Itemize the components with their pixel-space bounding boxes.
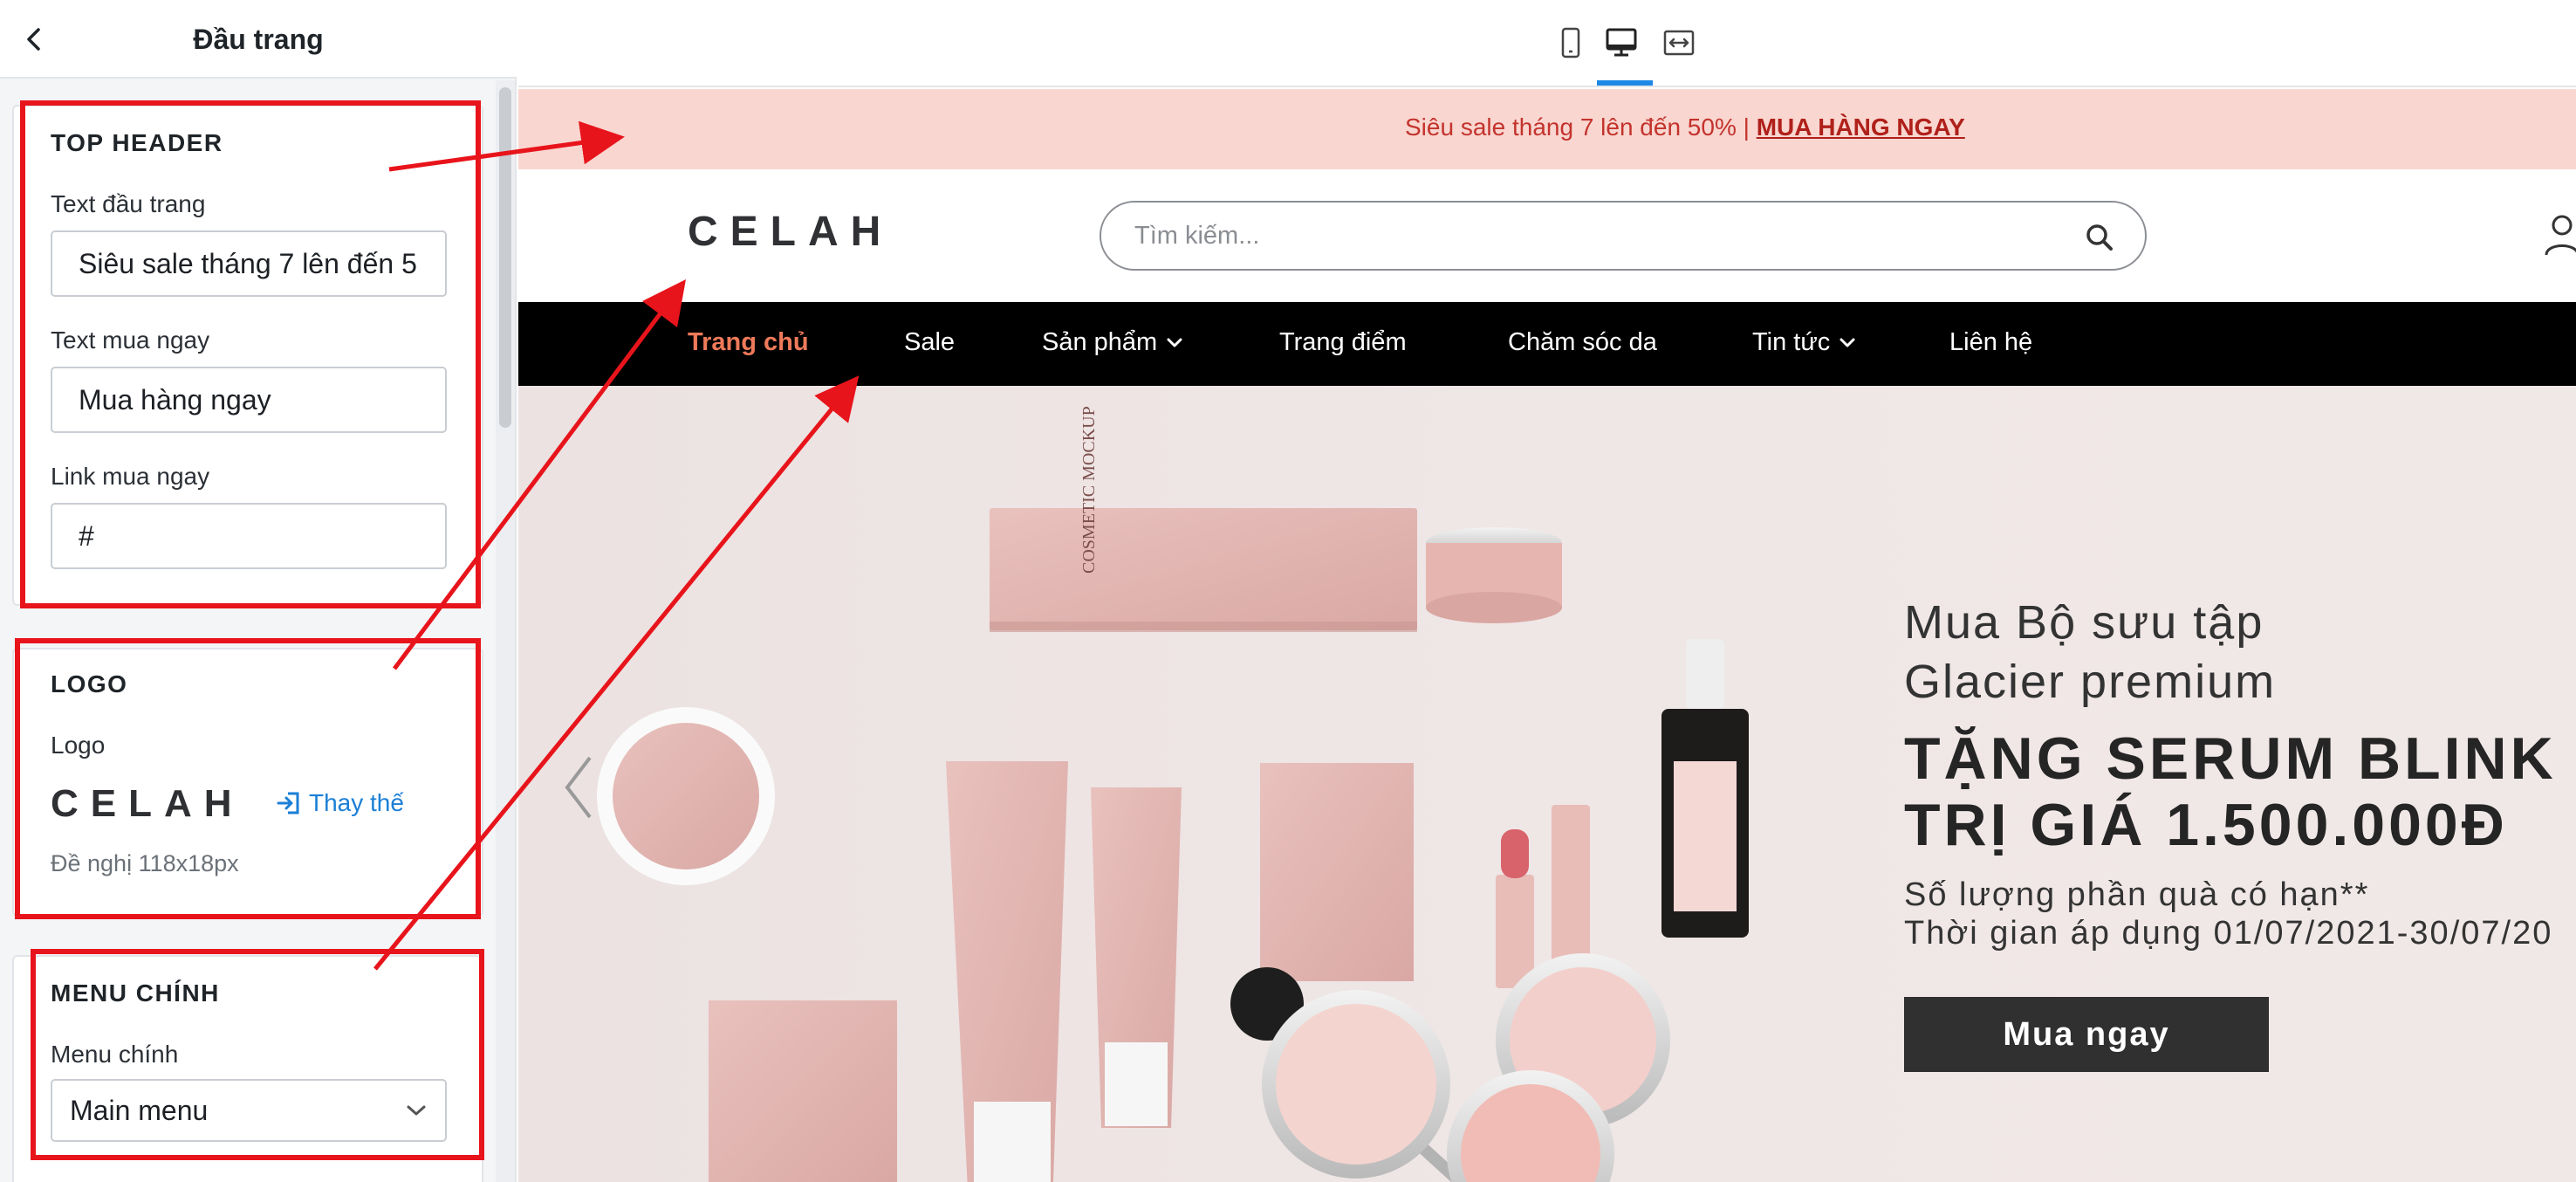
announcement-text: Siêu sale tháng 7 lên đến 50% | [1405, 113, 1757, 141]
sidebar-header: Đầu trang [0, 0, 517, 79]
top-header-section: TOP HEADER Text đầu trang Text mua ngay … [12, 105, 483, 606]
search-button[interactable] [2080, 218, 2119, 257]
announcement-bar: Siêu sale tháng 7 lên đến 50% | MUA HÀNG… [518, 89, 2576, 169]
hero-promo-line2: TRỊ GIÁ 1.500.000Đ [1904, 792, 2508, 858]
announcement-link[interactable]: MUA HÀNG NGAY [1757, 113, 1965, 141]
nav-item-contact[interactable]: Liên hệ [1949, 328, 2032, 357]
header-text-label: Text đầu trang [51, 190, 206, 217]
main-menu-label: Menu chính [51, 1041, 179, 1068]
hero-banner: COSMETIC MOCKUP Mua Bộ sưu tập Glacier p… [518, 386, 2576, 1182]
account-button[interactable] [2541, 211, 2576, 264]
nav-item-label: Tin tức [1752, 328, 1831, 356]
store-preview: Siêu sale tháng 7 lên đến 50% | MUA HÀNG… [518, 89, 2576, 1182]
logo-section: LOGO Logo CELAH Thay thế Đề nghị 118x18p… [12, 648, 483, 917]
mobile-icon [1561, 27, 1580, 58]
nav-item-label: Sản phẩm [1042, 328, 1158, 356]
header-text-input[interactable] [51, 230, 447, 297]
settings-sidebar: Đầu trang TOP HEADER Text đầu trang Text… [0, 0, 517, 1182]
hero-promo-line1: TẶNG SERUM BLINK [1904, 725, 2557, 792]
nav-item-home[interactable]: Trang chủ [688, 328, 809, 357]
hero-products-image: COSMETIC MOCKUP [597, 406, 1749, 1182]
logo-label: Logo [51, 732, 106, 759]
hero-cta-button[interactable]: Mua ngay [1904, 997, 2269, 1072]
desktop-icon [1606, 28, 1637, 57]
fullwidth-icon [1663, 30, 1695, 56]
main-menu-selected-value: Main menu [70, 1094, 209, 1126]
desktop-view-button[interactable] [1595, 19, 1648, 66]
preview-toolbar [518, 0, 2576, 87]
user-icon [2545, 215, 2576, 256]
chevron-down-icon [1840, 338, 1855, 347]
buy-text-label: Text mua ngay [51, 326, 210, 354]
nav-item-label: Trang điểm [1279, 328, 1407, 356]
sidebar-title: Đầu trang [193, 24, 324, 55]
nav-item-sale[interactable]: Sale [904, 328, 955, 357]
logo-preview: CELAH [51, 782, 244, 825]
hero-note-line1: Số lượng phần quà có hạn** [1904, 876, 2370, 913]
mobile-view-button[interactable] [1545, 19, 1597, 66]
replace-logo-label: Thay thế [309, 789, 404, 816]
buy-text-input[interactable] [51, 367, 447, 433]
active-device-indicator [1597, 80, 1653, 86]
section-title-logo: LOGO [51, 670, 128, 698]
store-logo[interactable]: CELAH [688, 208, 893, 256]
replace-icon [277, 792, 299, 814]
search-input[interactable] [1134, 218, 2007, 253]
buy-link-input[interactable] [51, 503, 447, 569]
nav-item-label: Chăm sóc da [1508, 328, 1657, 356]
buy-link-label: Link mua ngay [51, 463, 210, 490]
fullwidth-view-button[interactable] [1653, 19, 1705, 66]
announcement-content: Siêu sale tháng 7 lên đến 50% | MUA HÀNG… [1405, 113, 1965, 141]
hero-prev-button[interactable] [560, 752, 595, 822]
chevron-down-icon [407, 1105, 426, 1116]
scrollbar-thumb[interactable] [499, 87, 511, 428]
replace-logo-button[interactable]: Thay thế [276, 789, 404, 817]
nav-item-news[interactable]: Tin tức [1752, 328, 1856, 357]
nav-item-label: Trang chủ [688, 328, 809, 356]
main-menu-select[interactable]: Main menu [51, 1079, 447, 1142]
nav-item-label: Sale [904, 328, 956, 356]
search-bar [1100, 201, 2147, 271]
main-nav: Trang chủ Sale Sản phẩm Trang điểm Chăm … [518, 302, 2576, 386]
logo-size-hint: Đề nghị 118x18px [51, 850, 239, 876]
nav-item-makeup[interactable]: Trang điểm [1279, 328, 1407, 357]
search-icon [2086, 224, 2113, 251]
section-title-top-header: TOP HEADER [51, 129, 223, 156]
hero-heading-line1: Mua Bộ sưu tập [1904, 596, 2264, 649]
hero-note-line2: Thời gian áp dụng 01/07/2021-30/07/20 [1904, 915, 2553, 952]
chevron-left-icon [565, 756, 592, 819]
nav-item-skincare[interactable]: Chăm sóc da [1508, 328, 1657, 357]
chevron-down-icon [1167, 338, 1182, 347]
nav-item-products[interactable]: Sản phẩm [1042, 328, 1183, 357]
hero-heading-line2: Glacier premium [1904, 656, 2277, 708]
product-label: COSMETIC MOCKUP [1079, 406, 1099, 574]
section-title-main-menu: MENU CHÍNH [51, 979, 220, 1007]
nav-item-label: Liên hệ [1949, 328, 2033, 356]
main-menu-section: MENU CHÍNH Menu chính Main menu [12, 955, 483, 1182]
